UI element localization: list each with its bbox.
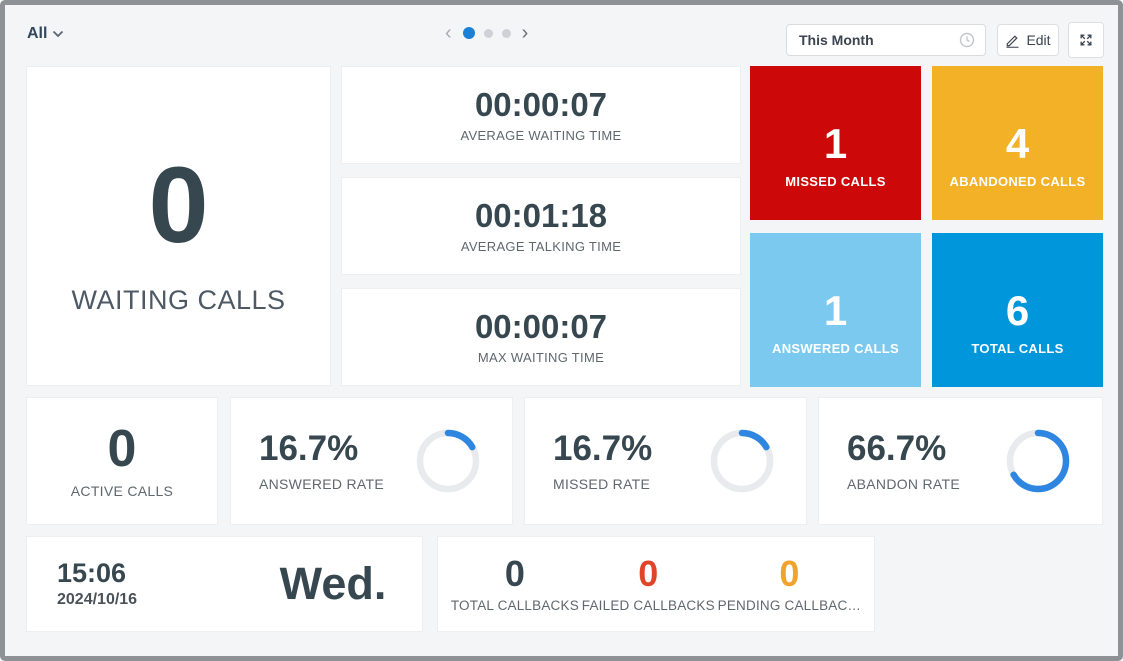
clock-block: 15:06 2024/10/16 xyxy=(57,559,137,609)
answered-rate-value: 16.7% xyxy=(259,430,384,469)
waiting-calls-label: WAITING CALLS xyxy=(71,285,285,316)
abandoned-calls-value: 4 xyxy=(1006,123,1029,165)
topbar: All ‹ › This Month Edit xyxy=(5,5,1118,65)
failed-callbacks-value: 0 xyxy=(638,556,658,592)
answered-calls-tile: 1 ANSWERED CALLS xyxy=(750,233,921,387)
clock-date: 2024/10/16 xyxy=(57,591,137,609)
avg-talking-time-label: AVERAGE TALKING TIME xyxy=(461,239,621,254)
abandon-rate-card: 66.7% ABANDON RATE xyxy=(818,397,1103,525)
avg-waiting-time-value: 00:00:07 xyxy=(475,87,607,123)
carousel-dot[interactable] xyxy=(463,27,475,39)
queue-filter-dropdown[interactable]: All xyxy=(27,25,64,43)
total-callbacks-value: 0 xyxy=(505,556,525,592)
missed-rate-donut xyxy=(708,427,776,495)
chevron-down-icon xyxy=(52,30,64,38)
edit-button[interactable]: Edit xyxy=(997,24,1059,56)
abandon-rate-donut xyxy=(1004,427,1072,495)
max-waiting-time-label: MAX WAITING TIME xyxy=(478,350,604,365)
pending-callbacks-label: PENDING CALLBAC… xyxy=(718,598,862,613)
carousel-dot[interactable] xyxy=(484,29,493,38)
fullscreen-button[interactable] xyxy=(1068,22,1104,58)
pencil-icon xyxy=(1005,33,1020,48)
missed-rate-card: 16.7% MISSED RATE xyxy=(524,397,807,525)
answered-rate-donut xyxy=(414,427,482,495)
active-calls-card: 0 ACTIVE CALLS xyxy=(26,397,218,525)
avg-talking-time-card: 00:01:18 AVERAGE TALKING TIME xyxy=(341,177,741,275)
missed-rate-value: 16.7% xyxy=(553,430,652,469)
total-calls-value: 6 xyxy=(1006,290,1029,332)
waiting-calls-value: 0 xyxy=(148,151,208,259)
period-select[interactable]: This Month xyxy=(786,24,986,56)
abandoned-calls-label: ABANDONED CALLS xyxy=(950,174,1086,189)
max-waiting-time-card: 00:00:07 MAX WAITING TIME xyxy=(341,288,741,386)
abandon-rate-value: 66.7% xyxy=(847,430,960,469)
wallboard: All ‹ › This Month Edit xyxy=(5,5,1118,656)
period-select-value: This Month xyxy=(799,32,874,48)
total-calls-tile: 6 TOTAL CALLS xyxy=(932,233,1103,387)
page-carousel: ‹ › xyxy=(443,26,530,40)
missed-calls-tile: 1 MISSED CALLS xyxy=(750,66,921,220)
max-waiting-time-value: 00:00:07 xyxy=(475,309,607,345)
missed-rate-label: MISSED RATE xyxy=(553,476,652,492)
clock-icon xyxy=(959,32,975,48)
dashboard-window: All ‹ › This Month Edit xyxy=(0,0,1123,661)
edit-button-label: Edit xyxy=(1026,32,1050,48)
pending-callbacks-value: 0 xyxy=(779,556,799,592)
carousel-dot[interactable] xyxy=(502,29,511,38)
carousel-dots[interactable] xyxy=(463,27,511,39)
active-calls-value: 0 xyxy=(108,423,137,475)
clock-card: 15:06 2024/10/16 Wed. xyxy=(26,536,423,632)
total-callbacks-label: TOTAL CALLBACKS xyxy=(451,598,579,613)
waiting-calls-card: 0 WAITING CALLS xyxy=(26,66,331,386)
avg-talking-time-value: 00:01:18 xyxy=(475,198,607,234)
answered-rate-label: ANSWERED RATE xyxy=(259,476,384,492)
answered-calls-label: ANSWERED CALLS xyxy=(772,341,899,356)
queue-filter-label: All xyxy=(27,25,47,43)
carousel-prev-icon[interactable]: ‹ xyxy=(443,26,454,40)
clock-weekday: Wed. xyxy=(273,558,393,610)
abandon-rate-label: ABANDON RATE xyxy=(847,476,960,492)
total-callbacks-item: 0 TOTAL CALLBACKS xyxy=(451,556,579,613)
avg-waiting-time-label: AVERAGE WAITING TIME xyxy=(460,128,621,143)
total-calls-label: TOTAL CALLS xyxy=(971,341,1063,356)
clock-time: 15:06 xyxy=(57,559,137,589)
abandoned-calls-tile: 4 ABANDONED CALLS xyxy=(932,66,1103,220)
active-calls-label: ACTIVE CALLS xyxy=(71,483,173,499)
fullscreen-icon xyxy=(1078,32,1094,48)
carousel-next-icon[interactable]: › xyxy=(520,26,531,40)
callbacks-card: 0 TOTAL CALLBACKS 0 FAILED CALLBACKS 0 P… xyxy=(437,536,875,632)
avg-waiting-time-card: 00:00:07 AVERAGE WAITING TIME xyxy=(341,66,741,164)
failed-callbacks-item: 0 FAILED CALLBACKS xyxy=(582,556,715,613)
pending-callbacks-item: 0 PENDING CALLBAC… xyxy=(718,556,862,613)
answered-rate-card: 16.7% ANSWERED RATE xyxy=(230,397,513,525)
missed-calls-value: 1 xyxy=(824,123,847,165)
failed-callbacks-label: FAILED CALLBACKS xyxy=(582,598,715,613)
missed-calls-label: MISSED CALLS xyxy=(785,174,885,189)
answered-calls-value: 1 xyxy=(824,290,847,332)
